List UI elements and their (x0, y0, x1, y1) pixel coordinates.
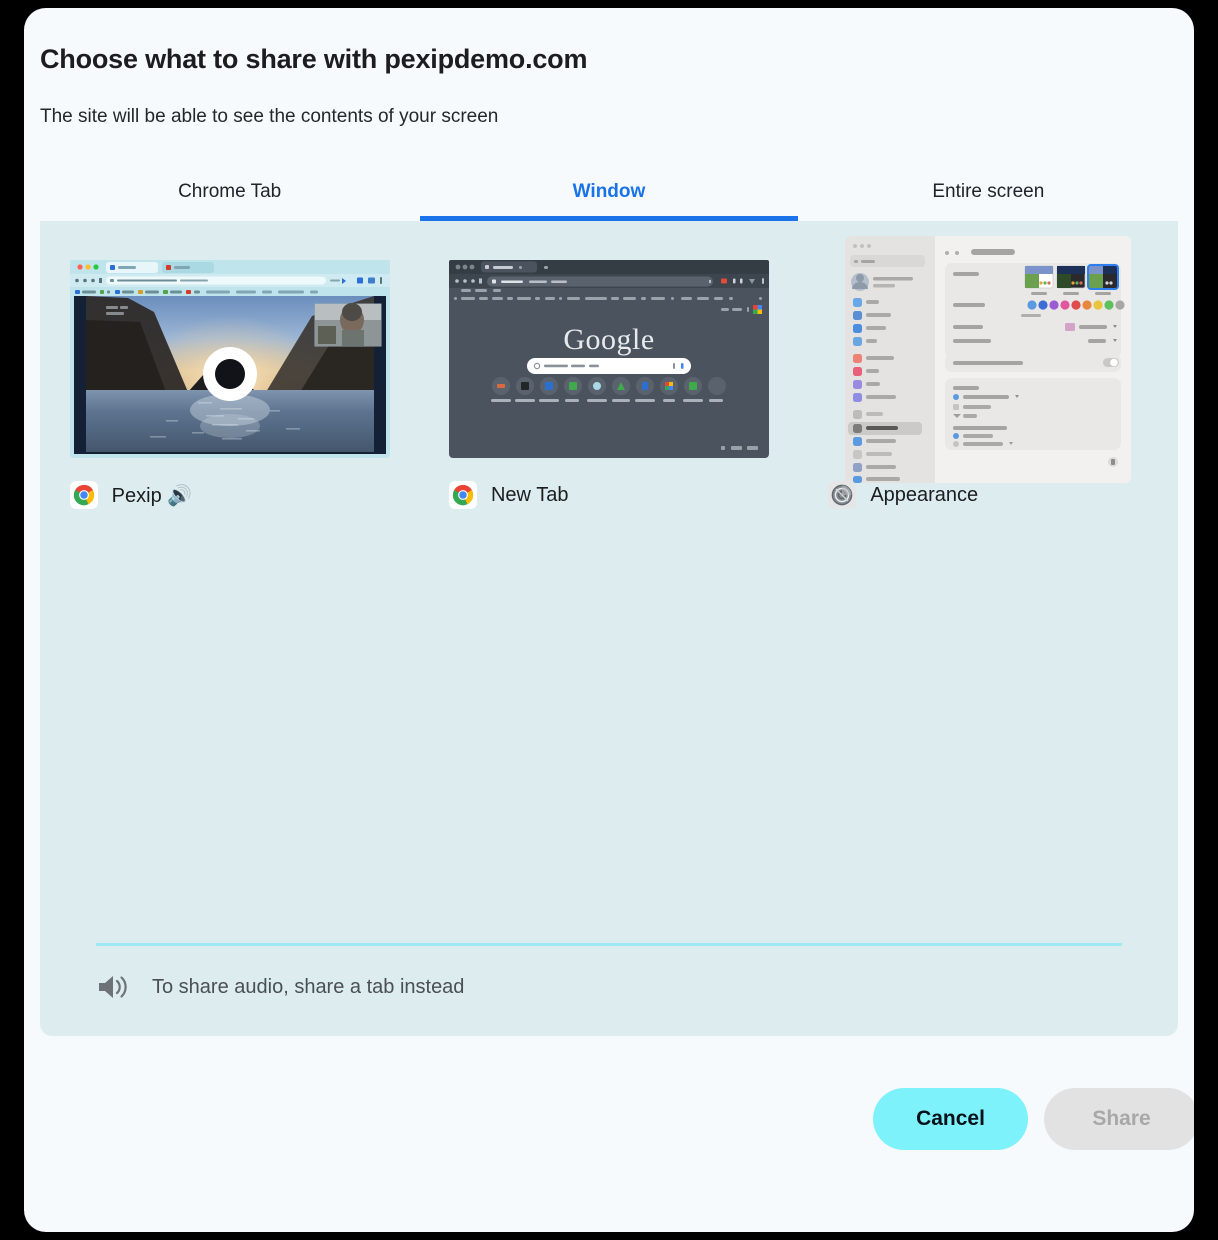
tab-entire-screen[interactable]: Entire screen (799, 163, 1178, 221)
pexip-window-preview-image (69, 260, 390, 458)
source-preview-new-tab: Google (448, 259, 769, 459)
source-item-new-tab[interactable]: Google New Tab (419, 221, 798, 551)
audio-hint: To share audio, share a tab instead (96, 963, 1122, 1011)
svg-text:Google: Google (563, 323, 654, 356)
source-caption-new-tab: New Tab (448, 481, 769, 509)
dialog-subtitle: The site will be able to see the content… (40, 106, 499, 127)
dialog-footer: Cancel Share (24, 1040, 1194, 1232)
source-item-pexip[interactable]: Pexip 🔊 (40, 221, 419, 551)
audio-hint-text: To share audio, share a tab instead (152, 975, 465, 998)
source-label: Pexip 🔊 (111, 484, 193, 507)
tab-window[interactable]: Window (419, 163, 798, 221)
share-button[interactable]: Share (1044, 1088, 1194, 1150)
chrome-icon (448, 481, 477, 509)
source-item-appearance[interactable]: Appearance (799, 221, 1178, 551)
page-title: Choose what to share with pexipdemo.com (40, 44, 588, 74)
cancel-button[interactable]: Cancel (873, 1088, 1028, 1150)
speaker-icon (99, 976, 127, 998)
source-label: New Tab (490, 483, 569, 506)
audio-hint-divider (96, 943, 1122, 946)
source-caption-pexip: Pexip 🔊 (69, 481, 390, 509)
tab-chrome-tab[interactable]: Chrome Tab (40, 163, 419, 221)
new-tab-window-preview-image: Google (448, 260, 769, 458)
window-thumbnail-grid: Pexip 🔊 Google New Tab Appearance (40, 221, 1178, 551)
source-preview-pexip (69, 259, 390, 459)
source-preview-appearance (828, 235, 1148, 483)
source-caption-appearance: Appearance (828, 481, 1148, 509)
source-label: Appearance (870, 483, 979, 506)
chrome-icon (69, 481, 98, 509)
share-picker-dialog: Choose what to share with pexipdemo.com … (24, 8, 1194, 1232)
system-settings-icon (828, 481, 857, 509)
appearance-window-preview-image (845, 235, 1132, 483)
source-list-panel: Pexip 🔊 Google New Tab Appearance To sha… (40, 221, 1178, 1036)
source-type-tabs: Chrome Tab Window Entire screen (40, 163, 1178, 221)
